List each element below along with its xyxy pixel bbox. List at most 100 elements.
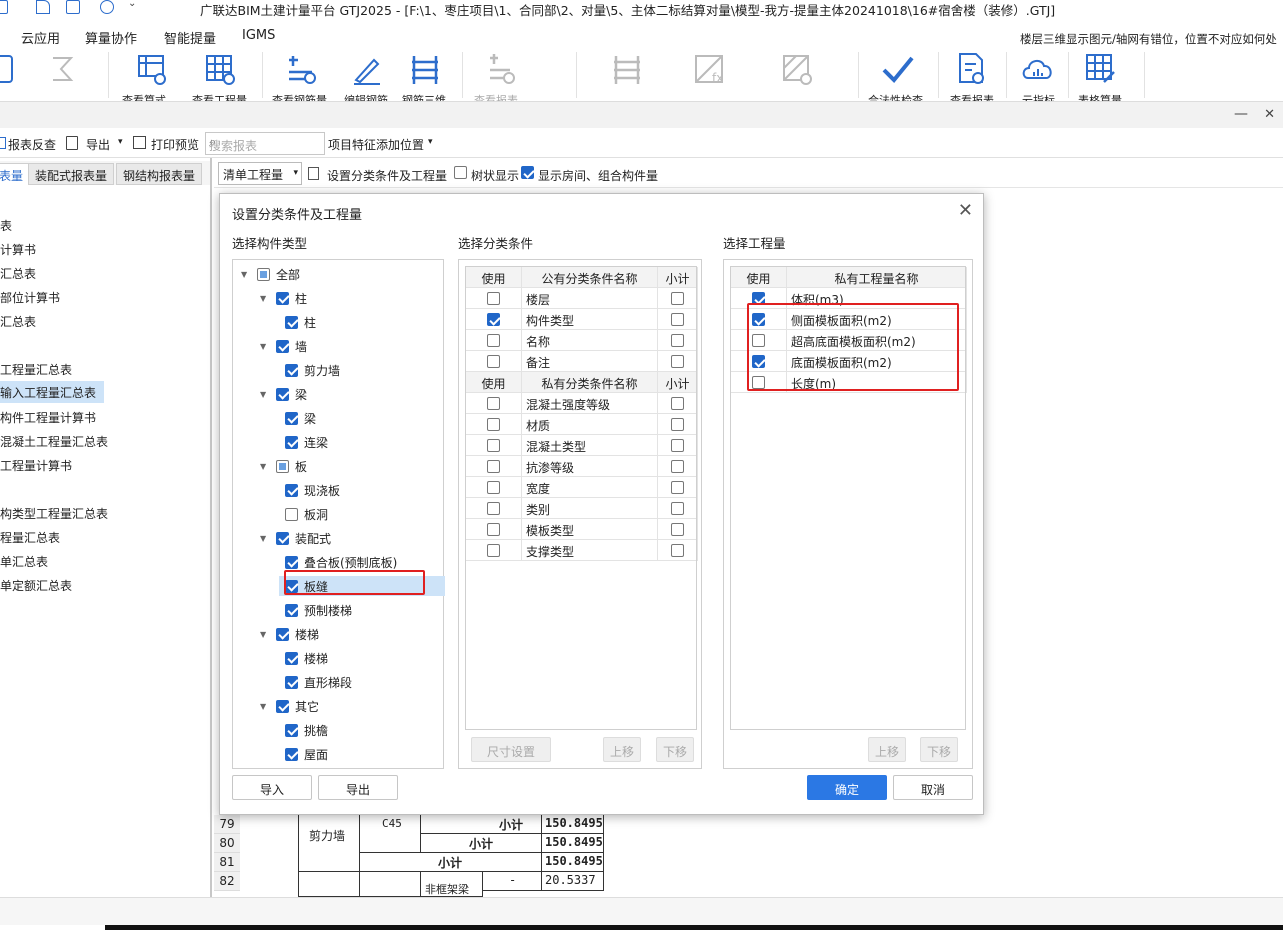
subtotal-checkbox[interactable] (671, 397, 684, 410)
subtotal-checkbox[interactable] (671, 460, 684, 473)
export-button[interactable]: 导出 (86, 136, 110, 153)
export-button[interactable]: 导出 (318, 775, 398, 800)
subtotal-checkbox[interactable] (671, 313, 684, 326)
layout-icon[interactable] (66, 0, 80, 14)
list-item[interactable]: 部位计算书 (0, 289, 60, 306)
print-preview-button[interactable]: 打印预览 (151, 136, 199, 153)
grid-row[interactable]: 宽度 (466, 477, 698, 498)
tree-node[interactable]: 楼梯 (279, 648, 328, 668)
quick-access-icon[interactable] (0, 0, 8, 14)
tree-node[interactable]: ▼ 全部 (241, 264, 300, 284)
construction-area-button[interactable] (780, 48, 814, 101)
list-item[interactable]: 单汇总表 (0, 553, 48, 570)
move-down-button[interactable]: 下移 (920, 737, 958, 762)
subtotal-checkbox[interactable] (671, 292, 684, 305)
list-item[interactable]: 构件工程量计算书 (0, 409, 96, 426)
use-checkbox[interactable] (487, 523, 500, 536)
size-setting-button[interactable]: 尺寸设置 (471, 737, 551, 762)
menu-collaboration[interactable]: 算量协作 (85, 28, 137, 47)
tree-node-checkbox[interactable] (276, 459, 289, 473)
list-item[interactable]: 汇总表 (0, 313, 36, 330)
subtotal-checkbox[interactable] (671, 334, 684, 347)
list-item[interactable]: 单定额汇总表 (0, 577, 72, 594)
tree-node[interactable]: ▼ 楼梯 (260, 624, 319, 644)
tree-node[interactable]: ▼ 柱 (260, 288, 307, 308)
tree-expand-icon[interactable]: ▼ (260, 294, 270, 303)
tree-node-checkbox[interactable] (276, 291, 289, 305)
show-rooms-checkbox[interactable] (521, 166, 534, 179)
subtotal-checkbox[interactable] (671, 439, 684, 452)
tree-expand-icon[interactable]: ▼ (241, 270, 251, 279)
tree-expand-icon[interactable]: ▼ (260, 462, 270, 471)
subtotal-checkbox[interactable] (671, 523, 684, 536)
search-icon[interactable]: ⌕ (209, 135, 320, 150)
list-item[interactable]: 程量汇总表 (0, 529, 60, 546)
list-item[interactable]: 混凝土工程量汇总表 (0, 433, 108, 450)
use-checkbox[interactable] (487, 418, 500, 431)
edit-icon[interactable] (36, 0, 50, 14)
use-checkbox[interactable] (487, 502, 500, 515)
tree-node[interactable]: ▼ 板 (260, 456, 307, 476)
minimize-icon[interactable]: — (1234, 106, 1248, 122)
list-item[interactable]: 工程量计算书 (0, 457, 72, 474)
subtotal-checkbox[interactable] (671, 544, 684, 557)
close-icon[interactable]: ✕ (1264, 107, 1275, 122)
add-position-dropdown[interactable]: 项目特征添加位置 (328, 136, 424, 153)
tree-node[interactable]: 梁 (279, 408, 316, 428)
tree-node-checkbox[interactable] (285, 651, 298, 665)
construction-formula-button[interactable]: fx (692, 48, 726, 101)
tree-node[interactable]: ▼ 梁 (260, 384, 307, 404)
menu-cloud-app[interactable]: 云应用 (21, 28, 60, 47)
use-checkbox[interactable] (487, 334, 500, 347)
search-input[interactable]: 搜索报表 ⌕ (205, 132, 325, 155)
tree-node[interactable]: 现浇板 (279, 480, 340, 500)
quick-access-dropdown-icon[interactable]: ⌄ (128, 0, 136, 9)
tab-steel-report[interactable]: 钢结构报表量 (116, 163, 203, 185)
use-checkbox[interactable] (487, 355, 500, 368)
list-item[interactable]: 汇总表 (0, 265, 36, 282)
tree-node[interactable]: 板洞 (279, 504, 328, 524)
tree-expand-icon[interactable]: ▼ (260, 390, 270, 399)
sum-button[interactable] (48, 48, 78, 101)
grid-row[interactable]: 支撑类型 (466, 540, 698, 561)
grid-row[interactable]: 混凝土强度等级 (466, 393, 698, 414)
grid-row[interactable]: 混凝土类型 (466, 435, 698, 456)
tree-node-checkbox[interactable] (285, 723, 298, 737)
subtotal-checkbox[interactable] (671, 355, 684, 368)
splitter[interactable] (210, 158, 212, 898)
sync-icon[interactable] (100, 0, 114, 14)
use-checkbox[interactable] (487, 481, 500, 494)
cancel-button[interactable]: 取消 (893, 775, 973, 800)
use-checkbox[interactable] (487, 439, 500, 452)
tree-node[interactable]: 柱 (279, 312, 316, 332)
tree-node-checkbox[interactable] (276, 387, 289, 401)
move-down-button[interactable]: 下移 (656, 737, 694, 762)
tree-node-checkbox[interactable] (276, 531, 289, 545)
tree-node-checkbox[interactable] (285, 363, 298, 377)
tree-expand-icon[interactable]: ▼ (260, 534, 270, 543)
tree-expand-icon[interactable]: ▼ (260, 342, 270, 351)
report-check-button[interactable]: 报表反查 (8, 136, 56, 153)
tree-node[interactable]: 叠合板(预制底板) (279, 552, 397, 572)
use-checkbox[interactable] (487, 313, 500, 326)
tree-node-checkbox[interactable] (285, 747, 298, 761)
tree-node-checkbox[interactable] (285, 603, 298, 617)
use-checkbox[interactable] (487, 397, 500, 410)
add-position-chevron-icon[interactable]: ▾ (428, 137, 433, 147)
tab-report-quantity[interactable]: 表量 (0, 163, 31, 185)
grid-row[interactable]: 类别 (466, 498, 698, 519)
tree-node-checkbox[interactable] (276, 699, 289, 713)
grid-row[interactable]: 楼层 (466, 288, 698, 309)
tree-node-checkbox[interactable] (285, 411, 298, 425)
subtotal-checkbox[interactable] (671, 418, 684, 431)
tree-node-checkbox[interactable] (285, 435, 298, 449)
tree-expand-icon[interactable]: ▼ (260, 702, 270, 711)
tree-node[interactable]: 预制楼梯 (279, 600, 352, 620)
subtotal-checkbox[interactable] (671, 481, 684, 494)
grid-row[interactable]: 备注 (466, 351, 698, 372)
import-button[interactable]: 导入 (232, 775, 312, 800)
tree-node-checkbox[interactable] (285, 555, 298, 569)
list-item-selected[interactable]: 输入工程量汇总表 (0, 381, 104, 403)
tree-node[interactable]: 剪力墙 (279, 360, 340, 380)
tree-node[interactable]: ▼ 装配式 (260, 528, 331, 548)
